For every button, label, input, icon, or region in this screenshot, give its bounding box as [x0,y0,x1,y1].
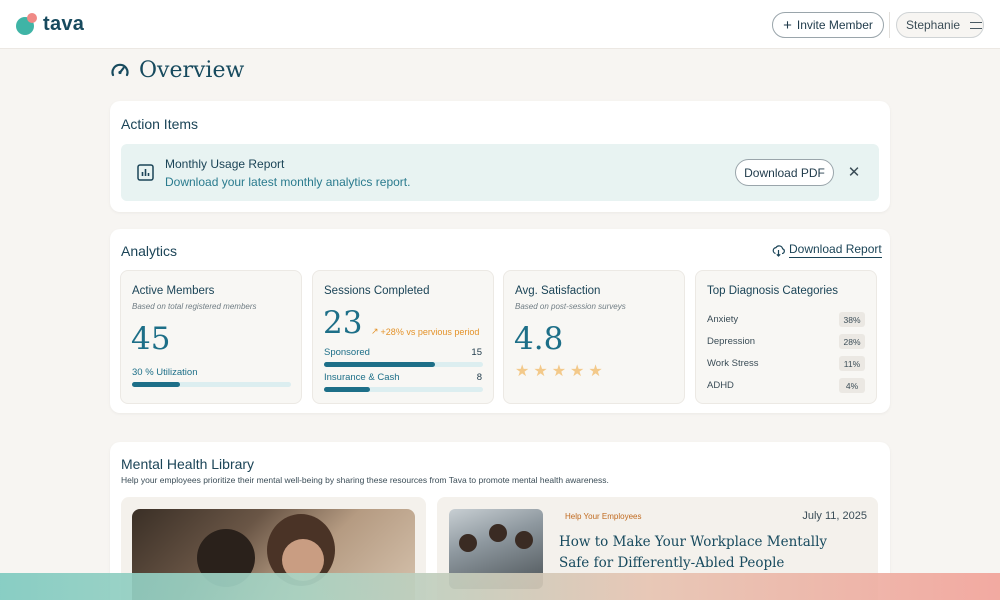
article-title: How to Make Your Workplace Mentally Safe… [559,534,828,571]
diagnosis-title: Top Diagnosis Categories [707,285,839,297]
diagnosis-badge-depression: 28% [839,334,865,349]
analytics-card: Analytics Download Report Active Members… [110,229,890,413]
star-icon: ★ [551,363,567,380]
satisfaction-value: 4.8 [514,321,564,357]
diagnosis-badge-work-stress: 11% [839,356,865,371]
action-items-title: Action Items [121,116,199,132]
logo-mark-icon [16,13,38,35]
diagnosis-label-work-stress: Work Stress [707,358,759,369]
active-members-title: Active Members [132,285,215,297]
sponsored-progress-fill [324,362,436,367]
user-menu-button[interactable]: Stephanie [896,12,984,38]
library-title: Mental Health Library [121,456,255,472]
utilization-progress-fill [132,382,180,387]
insurance-cash-value: 8 [476,372,482,383]
insurance-cash-progress-bar [324,387,483,392]
page-title-text: Overview [139,57,245,83]
tava-logo[interactable]: tava [16,12,84,36]
diagnosis-badge-adhd: 4% [839,378,865,393]
active-members-subtitle: Based on total registered members [132,302,257,311]
user-name: Stephanie [906,18,961,32]
invite-member-button[interactable]: + Invite Member [772,12,884,38]
monthly-usage-report-item: Monthly Usage Report Download your lates… [121,144,879,201]
action-items-card: Action Items Monthly Usage Report Downlo… [110,101,890,212]
star-icon: ★ [533,363,548,380]
close-icon[interactable]: ✕ [844,162,864,182]
active-members-value: 45 [131,321,171,357]
sponsored-value: 15 [471,347,482,358]
satisfaction-title: Avg. Satisfaction [515,285,601,297]
arrow-up-right-icon: ↗ [371,326,379,336]
logo-text: tava [43,12,85,35]
download-report-link[interactable]: Download Report [772,242,882,258]
insurance-cash-label: Insurance & Cash [324,372,400,383]
action-item-subtitle: Download your latest monthly analytics r… [165,175,411,189]
invite-member-label: Invite Member [796,18,873,32]
cloud-download-icon [772,244,785,257]
header-divider [889,12,890,38]
action-item-title: Monthly Usage Report [165,157,285,171]
download-report-label: Download Report [789,242,882,258]
decorative-gradient-band [0,573,1000,600]
download-pdf-button[interactable]: Download PDF [735,159,834,186]
sessions-delta-text: +28% vs pervious period [380,326,480,337]
article-date: July 11, 2025 [802,510,867,522]
star-icon: ★ [588,363,603,380]
bar-chart-icon [137,164,154,181]
sponsored-progress-bar [324,362,483,367]
page-title: Overview [110,56,244,84]
active-members-card: Active Members Based on total registered… [120,270,302,404]
avg-satisfaction-card: Avg. Satisfaction Based on post-session … [503,270,685,404]
diagnosis-label-anxiety: Anxiety [707,314,739,325]
satisfaction-subtitle: Based on post-session surveys [515,302,626,311]
sessions-completed-card: Sessions Completed 23 ↗ +28% vs pervious… [312,270,494,404]
utilization-label: 30 % Utilization [132,367,198,378]
article-tag: Help Your Employees [565,512,642,521]
star-rating: ★ ★ ★ ★ ★ [515,364,603,380]
diagnosis-badge-anxiety: 38% [839,312,865,327]
library-subtitle: Help your employees prioritize their men… [121,475,609,485]
menu-icon [970,21,983,29]
diagnosis-label-adhd: ADHD [707,380,734,391]
top-bar: tava + Invite Member Stephanie [0,0,1000,49]
diagnosis-label-depression: Depression [707,336,756,347]
analytics-title: Analytics [121,243,178,259]
top-diagnosis-card: Top Diagnosis Categories Anxiety 38% Dep… [695,270,877,404]
star-icon: ★ [570,363,585,380]
sponsored-label: Sponsored [324,347,370,358]
insurance-cash-progress-fill [324,387,371,392]
utilization-progress-bar [132,382,291,387]
sessions-delta: ↗ +28% vs pervious period [371,326,479,337]
gauge-icon [111,63,129,77]
star-icon: ★ [515,363,530,380]
sessions-value: 23 [323,305,363,341]
plus-icon: + [783,16,792,34]
sessions-title: Sessions Completed [324,285,430,297]
